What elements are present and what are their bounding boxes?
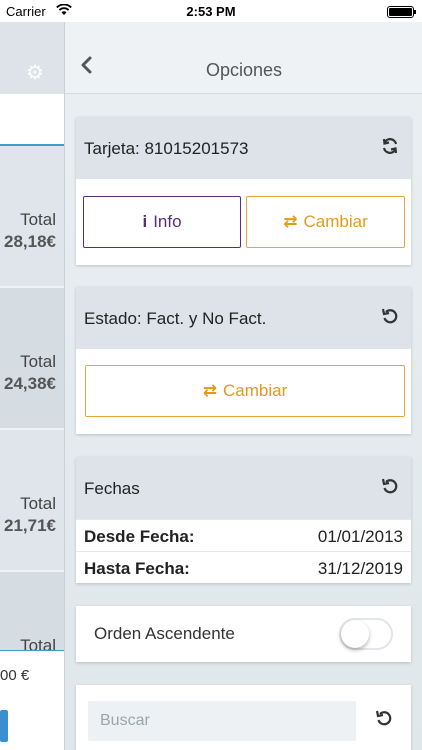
total-amount: 28,18€ <box>4 232 56 251</box>
tarjeta-card: Tarjeta: 81015201573 i Info ⇄ Cambiar <box>76 117 411 265</box>
estado-card: Estado: Fact. y No Fact. ⇄ Cambiar <box>76 287 411 434</box>
background-search-bar <box>0 94 66 146</box>
hasta-fecha-label: Hasta Fecha: <box>84 559 190 578</box>
search-card <box>76 685 411 750</box>
background-header: ⚙ <box>0 22 66 94</box>
options-panel: Opciones Tarjeta: 81015201573 i Info ⇄ C… <box>64 22 422 750</box>
export-icon[interactable] <box>0 710 8 742</box>
list-item[interactable]: Total <box>0 572 66 655</box>
orden-ascendente-toggle[interactable] <box>339 618 393 650</box>
undo-icon[interactable] <box>381 477 399 501</box>
cambiar-tarjeta-button[interactable]: ⇄ Cambiar <box>246 196 405 248</box>
orden-card: Orden Ascendente <box>76 606 411 662</box>
fechas-card-header: Fechas <box>76 457 411 519</box>
list-item[interactable]: Total 28,18€ <box>0 146 66 286</box>
fechas-card: Fechas Desde Fecha: 01/01/2013 Hasta Fec… <box>76 457 411 583</box>
tarjeta-title: Tarjeta: 81015201573 <box>84 139 249 158</box>
cambiar-estado-label: Cambiar <box>223 381 288 400</box>
estado-title: Estado: Fact. y No Fact. <box>84 309 267 328</box>
battery-icon <box>387 6 416 18</box>
desde-fecha-value: 01/01/2013 <box>317 527 403 546</box>
total-label: Total <box>20 352 56 371</box>
hasta-fecha-value: 31/12/2019 <box>317 559 403 578</box>
info-button[interactable]: i Info <box>83 196 241 248</box>
total-label: Total <box>20 210 56 229</box>
desde-fecha-row[interactable]: Desde Fecha: 01/01/2013 <box>76 519 411 551</box>
options-header: Opciones <box>65 22 422 94</box>
gears-icon[interactable]: ⚙ <box>26 60 44 85</box>
estado-card-header: Estado: Fact. y No Fact. <box>76 287 411 349</box>
undo-icon[interactable] <box>381 307 399 331</box>
total-label: Total <box>20 494 56 513</box>
hasta-fecha-row[interactable]: Hasta Fecha: 31/12/2019 <box>76 551 411 583</box>
background-total-bar: 00 € <box>0 650 66 702</box>
list-item[interactable]: Total 24,38€ <box>0 288 66 428</box>
info-icon: i <box>142 212 148 231</box>
orden-ascendente-label: Orden Ascendente <box>94 624 235 643</box>
undo-icon[interactable] <box>375 709 393 733</box>
background-list-panel: ⚙ Total 28,18€ Total 24,38€ Total 21,71€… <box>0 22 66 750</box>
info-button-label: Info <box>153 212 182 231</box>
refresh-icon[interactable] <box>381 137 399 161</box>
swap-icon: ⇄ <box>283 212 298 231</box>
status-bar: Carrier 2:53 PM <box>0 0 422 22</box>
toggle-knob <box>341 620 369 648</box>
grand-total-value: 00 € <box>0 667 30 684</box>
page-title: Opciones <box>205 60 283 80</box>
list-item[interactable]: Total 21,71€ <box>0 430 66 570</box>
total-amount: 21,71€ <box>4 516 56 535</box>
swap-icon: ⇄ <box>202 381 217 400</box>
search-input[interactable] <box>88 701 356 741</box>
clock: 2:53 PM <box>186 4 236 19</box>
background-footer <box>0 702 66 750</box>
desde-fecha-label: Desde Fecha: <box>84 527 195 546</box>
total-amount: 24,38€ <box>4 374 56 393</box>
tarjeta-card-header: Tarjeta: 81015201573 <box>76 117 411 179</box>
fechas-title: Fechas <box>84 479 140 498</box>
cambiar-tarjeta-label: Cambiar <box>303 212 368 231</box>
cambiar-estado-button[interactable]: ⇄ Cambiar <box>85 365 405 417</box>
